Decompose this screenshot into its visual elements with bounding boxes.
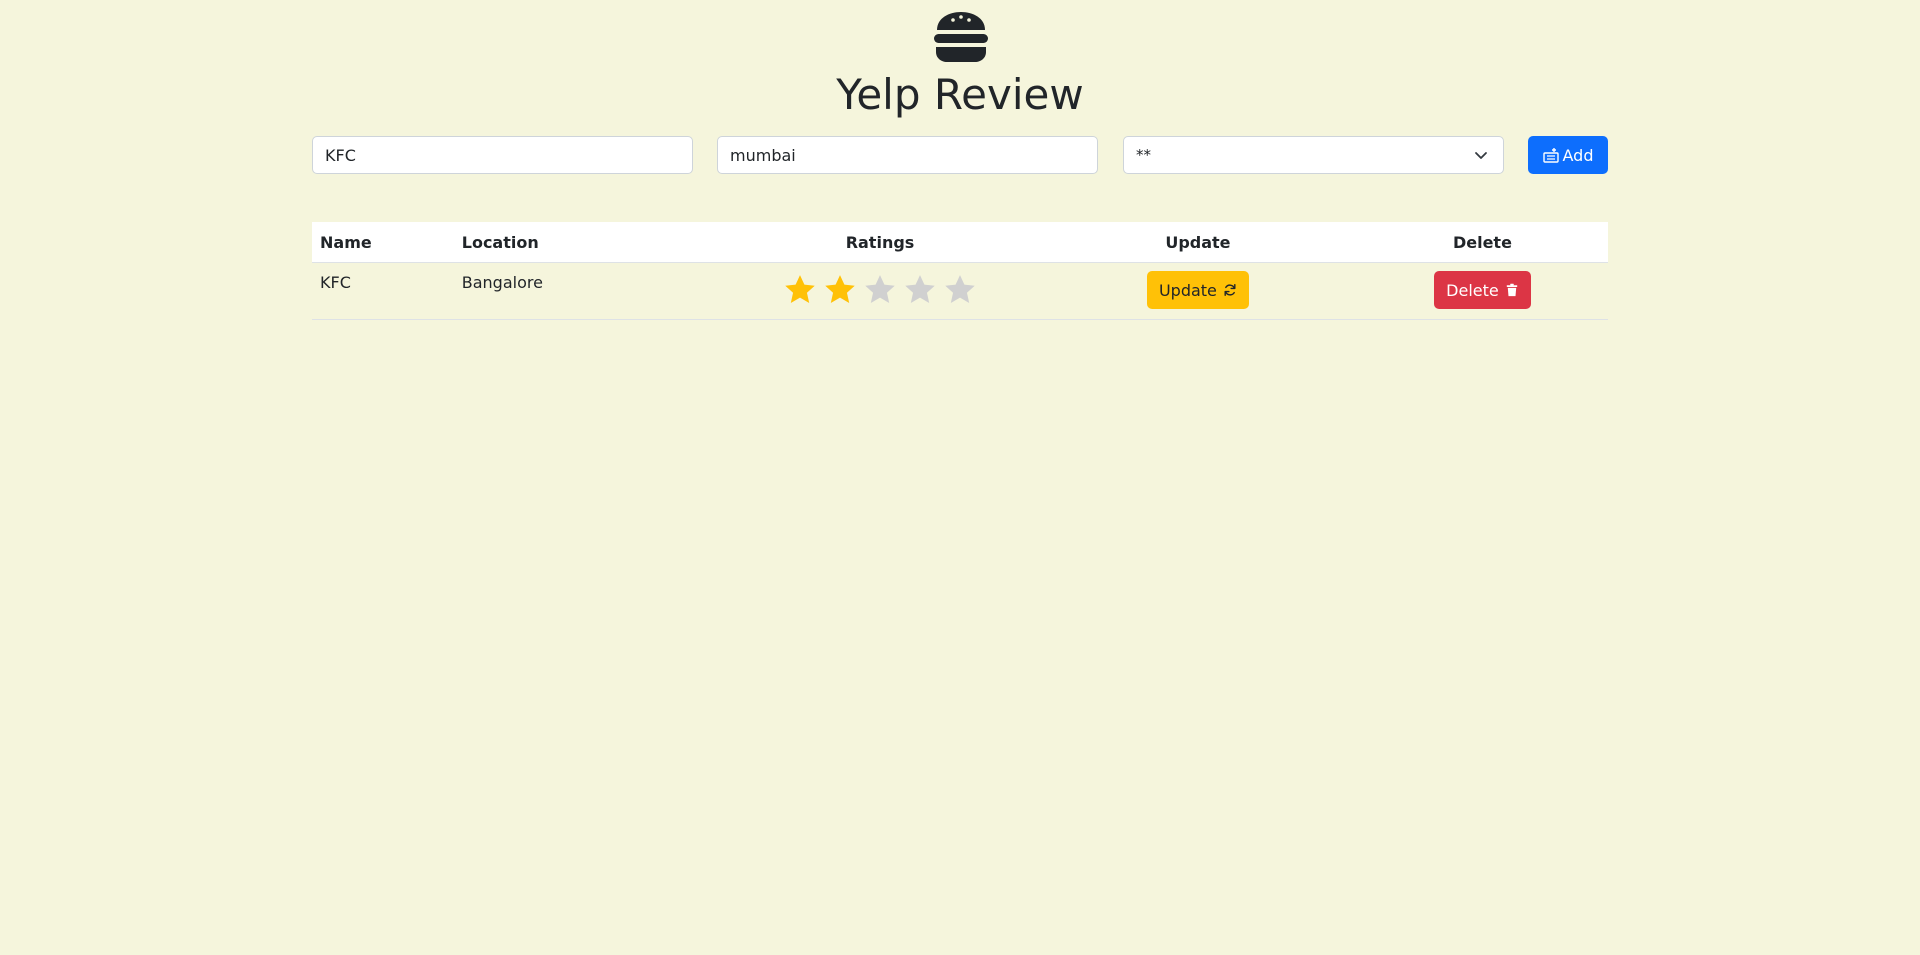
add-review-form: ** Add	[312, 136, 1608, 174]
cell-location: Bangalore	[453, 262, 722, 320]
star-rating	[783, 273, 977, 307]
star-empty-icon[interactable]	[863, 273, 897, 307]
star-filled-icon[interactable]	[823, 273, 857, 307]
add-button-label: Add	[1562, 145, 1594, 165]
table-header-row: Name Location Ratings Update Delete	[312, 222, 1608, 263]
star-empty-icon[interactable]	[943, 273, 977, 307]
table-row: KFC Bangalore Update Delete	[312, 262, 1608, 320]
star-filled-icon[interactable]	[783, 273, 817, 307]
add-button[interactable]: Add	[1528, 136, 1608, 174]
update-button-label: Update	[1158, 280, 1217, 300]
page: Yelp Review ** Add Name Location Ratings	[0, 0, 1920, 955]
header-ratings: Ratings	[721, 222, 1039, 263]
trash-icon	[1506, 283, 1517, 297]
add-to-list-icon	[1542, 148, 1559, 163]
rating-select[interactable]: **	[1123, 136, 1504, 174]
location-input[interactable]	[717, 136, 1098, 174]
burger-icon	[934, 12, 988, 62]
refresh-icon	[1224, 284, 1236, 296]
cell-delete: Delete	[1356, 262, 1608, 320]
cell-ratings	[721, 262, 1039, 320]
header-location: Location	[453, 222, 722, 263]
delete-button-label: Delete	[1446, 280, 1499, 300]
page-title: Yelp Review	[836, 70, 1084, 119]
header-delete: Delete	[1356, 222, 1608, 263]
header-update: Update	[1038, 222, 1357, 263]
rating-select-value: **	[1136, 146, 1151, 164]
chevron-down-icon	[1475, 152, 1487, 159]
delete-button[interactable]: Delete	[1434, 271, 1531, 309]
restaurant-name-input[interactable]	[312, 136, 693, 174]
reviews-table: Name Location Ratings Update Delete KFC …	[312, 222, 1608, 320]
star-empty-icon[interactable]	[903, 273, 937, 307]
update-button[interactable]: Update	[1146, 271, 1249, 309]
cell-name: KFC	[312, 262, 454, 320]
header-name: Name	[312, 222, 454, 263]
cell-update: Update	[1038, 262, 1357, 320]
